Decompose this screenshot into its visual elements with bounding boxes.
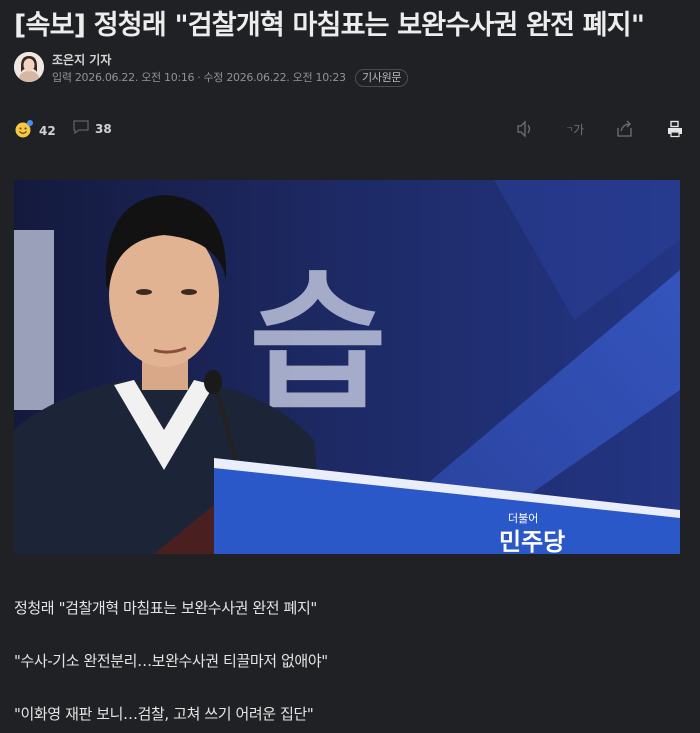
print-icon[interactable] xyxy=(664,118,686,140)
podium-brand: 민주당 xyxy=(499,528,565,554)
speaker-icon[interactable] xyxy=(514,118,536,140)
byline: 조은지 기자 입력 2026.06.22. 오전 10:16 · 수정 2026.0… xyxy=(14,52,674,87)
font-size-icon[interactable]: ㄱ가 xyxy=(564,118,586,140)
reporter-avatar[interactable] xyxy=(14,52,44,82)
banner-glyph: 습 xyxy=(249,257,387,431)
share-icon[interactable] xyxy=(614,118,636,140)
smile-icon xyxy=(14,119,34,142)
input-label: 입력 xyxy=(52,71,72,84)
modified-label: 수정 xyxy=(203,71,224,84)
article-paragraph: "이화영 재판 보니…검찰, 고쳐 쓰기 어려운 집단" xyxy=(14,705,314,723)
podium-subbrand: 더불어 xyxy=(508,512,538,525)
reporter-name[interactable]: 조은지 기자 xyxy=(52,52,111,68)
photo-illustration: 습 더불어 민주당 xyxy=(14,180,680,554)
article-tools: ㄱ가 xyxy=(514,116,686,142)
comment-icon xyxy=(72,119,90,138)
comment-count: 38 xyxy=(95,121,112,136)
article-photo[interactable]: 습 더불어 민주당 xyxy=(14,180,680,554)
input-date: 2026.06.22. 오전 10:16 xyxy=(74,71,195,84)
comment-button[interactable]: 38 xyxy=(72,119,112,138)
original-article-button[interactable]: 기사원문 xyxy=(354,69,409,87)
date-separator: · xyxy=(197,71,201,84)
article-paragraph: "수사-기소 완전분리…보완수사권 티끌마저 없애야" xyxy=(14,652,328,670)
font-size-label: 가 xyxy=(573,122,585,137)
article-headline: [속보] 정청래 "검찰개혁 마침표는 보완수사권 완전 폐지" xyxy=(14,10,645,41)
reaction-button[interactable]: 42 xyxy=(14,119,56,142)
article-paragraph: 정청래 "검찰개혁 마침표는 보완수사권 완전 폐지" xyxy=(14,599,317,617)
small-a-glyph: ㄱ xyxy=(565,124,574,134)
article-toolbar: 42 38 ㄱ가 xyxy=(14,116,686,142)
modified-date: 2026.06.22. 오전 10:23 xyxy=(226,71,346,84)
like-count: 42 xyxy=(39,123,56,138)
article-dates: 입력 2026.06.22. 오전 10:16 · 수정 2026.06.22. 오… xyxy=(52,69,409,87)
